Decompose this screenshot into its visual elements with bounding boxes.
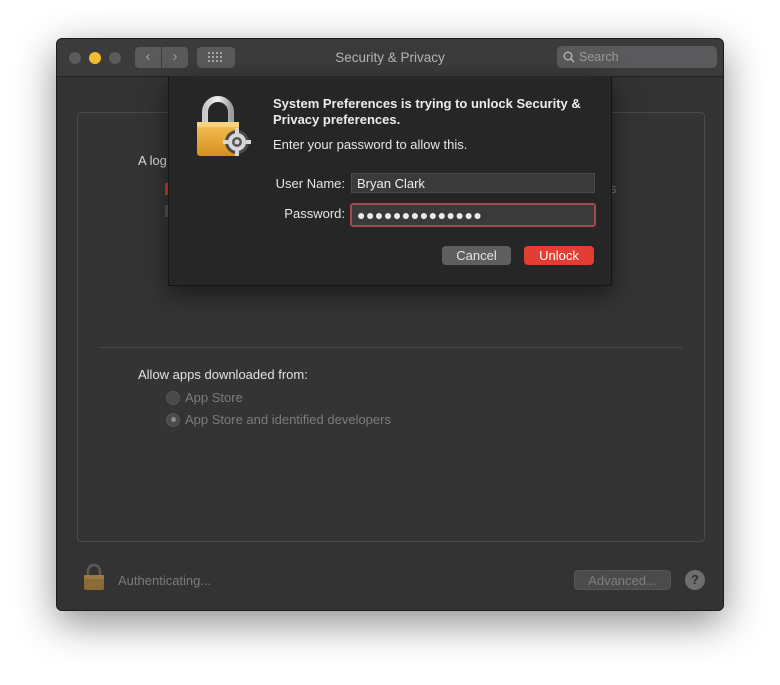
password-field[interactable] (350, 203, 596, 227)
unlock-dialog: System Preferences is trying to unlock S… (168, 76, 612, 286)
help-button[interactable]: ? (685, 570, 705, 590)
radio-button[interactable] (166, 390, 180, 405)
unlock-button[interactable]: Unlock (524, 246, 594, 265)
cancel-button[interactable]: Cancel (442, 246, 511, 265)
padlock-icon[interactable] (83, 563, 105, 596)
username-label: User Name: (275, 176, 345, 191)
search-icon (563, 51, 575, 63)
radio-label: App Store and identified developers (185, 412, 391, 427)
password-label: Password: (284, 206, 345, 221)
divider (100, 347, 682, 348)
radio-button-selected[interactable] (166, 412, 180, 427)
status-text: Authenticating... (118, 573, 212, 588)
allow-apps-label: Allow apps downloaded from: (138, 367, 308, 382)
dialog-title: System Preferences is trying to unlock S… (273, 96, 581, 127)
advanced-button[interactable]: Advanced... (574, 570, 671, 590)
search-input[interactable] (579, 48, 711, 66)
search-field[interactable] (557, 46, 717, 68)
dialog-subtitle: Enter your password to allow this. (273, 137, 468, 152)
username-field[interactable] (351, 173, 595, 193)
radio-app-store-identified[interactable]: App Store and identified developers (166, 412, 391, 427)
radio-label: App Store (185, 390, 243, 405)
lock-gear-icon (195, 96, 253, 163)
titlebar: ‹ › Security & Privacy (57, 39, 723, 77)
radio-app-store[interactable]: App Store (166, 390, 243, 405)
login-message-heading: A log (138, 153, 166, 168)
